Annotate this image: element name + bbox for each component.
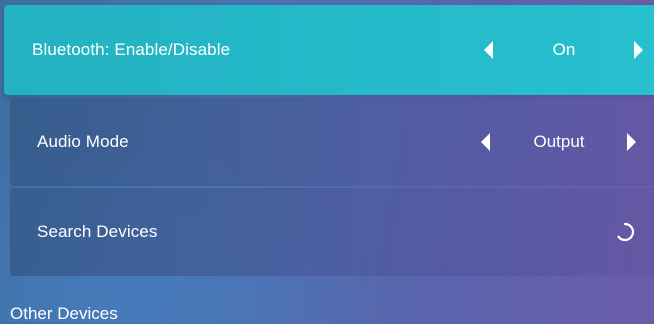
audio-mode-value: Output (533, 132, 585, 151)
search-devices-row[interactable]: Search Devices (10, 188, 654, 276)
bluetooth-prev-option-icon[interactable] (484, 41, 493, 59)
other-devices-heading: Other Devices (10, 304, 118, 323)
bluetooth-toggle-value: On (552, 40, 576, 59)
search-devices-label: Search Devices (37, 222, 158, 241)
bluetooth-next-option-icon[interactable] (634, 41, 643, 59)
audio-mode-next-option-icon[interactable] (627, 133, 636, 151)
audio-mode-label: Audio Mode (37, 132, 129, 151)
audio-mode-row[interactable]: Audio Mode Output (10, 98, 654, 186)
bluetooth-toggle-label: Bluetooth: Enable/Disable (32, 40, 231, 59)
loading-spinner-icon (617, 222, 635, 242)
audio-mode-prev-option-icon[interactable] (481, 133, 490, 151)
bluetooth-toggle-row[interactable]: Bluetooth: Enable/Disable On (4, 5, 654, 95)
